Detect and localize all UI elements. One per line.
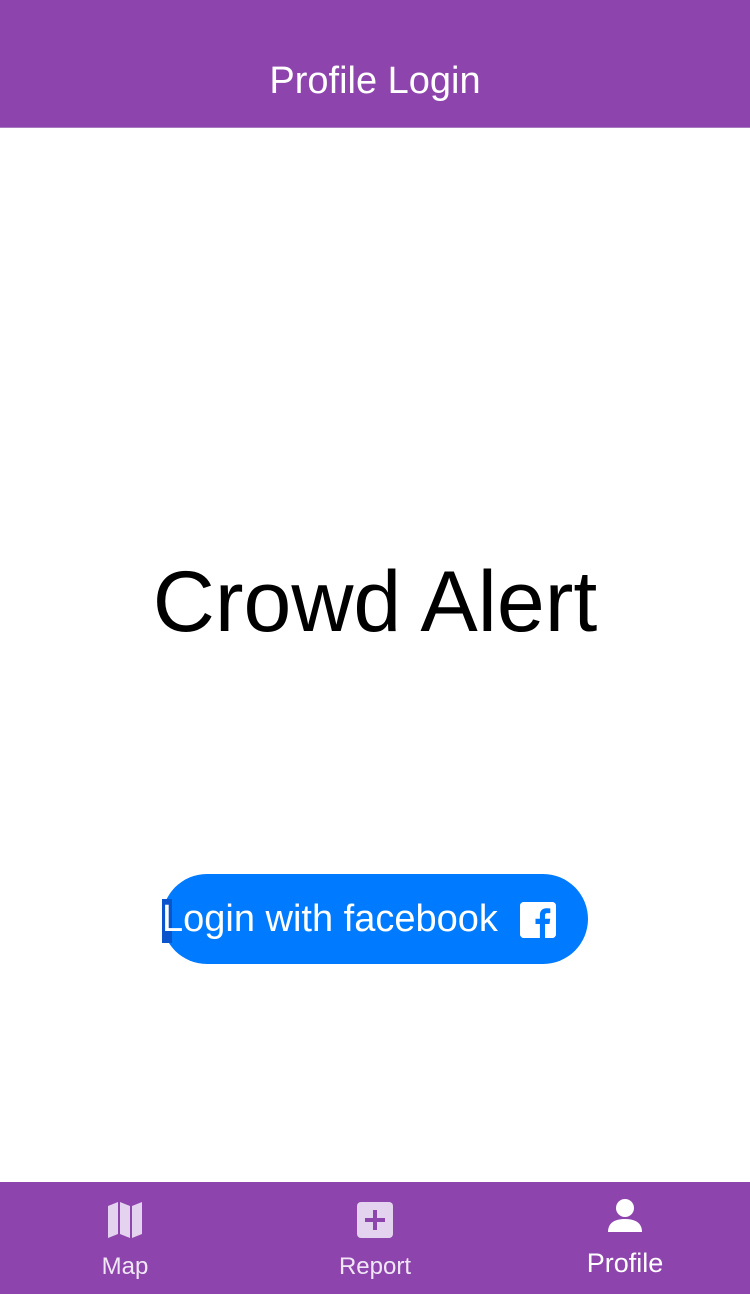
page-title: Profile Login bbox=[269, 60, 481, 102]
person-icon bbox=[606, 1196, 644, 1236]
tab-map[interactable]: Map bbox=[0, 1182, 250, 1294]
tab-map-label: Map bbox=[101, 1253, 149, 1280]
login-with-facebook-button[interactable]: Login with facebook bbox=[162, 874, 588, 964]
tab-profile-label: Profile bbox=[586, 1248, 664, 1278]
tab-report[interactable]: Report bbox=[250, 1182, 500, 1294]
plus-square-icon bbox=[356, 1200, 394, 1240]
app-name-heading: Crowd Alert bbox=[152, 554, 598, 650]
login-button-label: Login with facebook bbox=[162, 898, 498, 940]
map-icon bbox=[106, 1200, 144, 1240]
bottom-tab-bar: Map Report Profile bbox=[0, 1182, 750, 1294]
tab-report-label: Report bbox=[338, 1253, 412, 1280]
navigation-header: Profile Login bbox=[0, 0, 750, 128]
facebook-icon bbox=[520, 902, 556, 938]
tab-profile[interactable]: Profile bbox=[500, 1182, 750, 1294]
